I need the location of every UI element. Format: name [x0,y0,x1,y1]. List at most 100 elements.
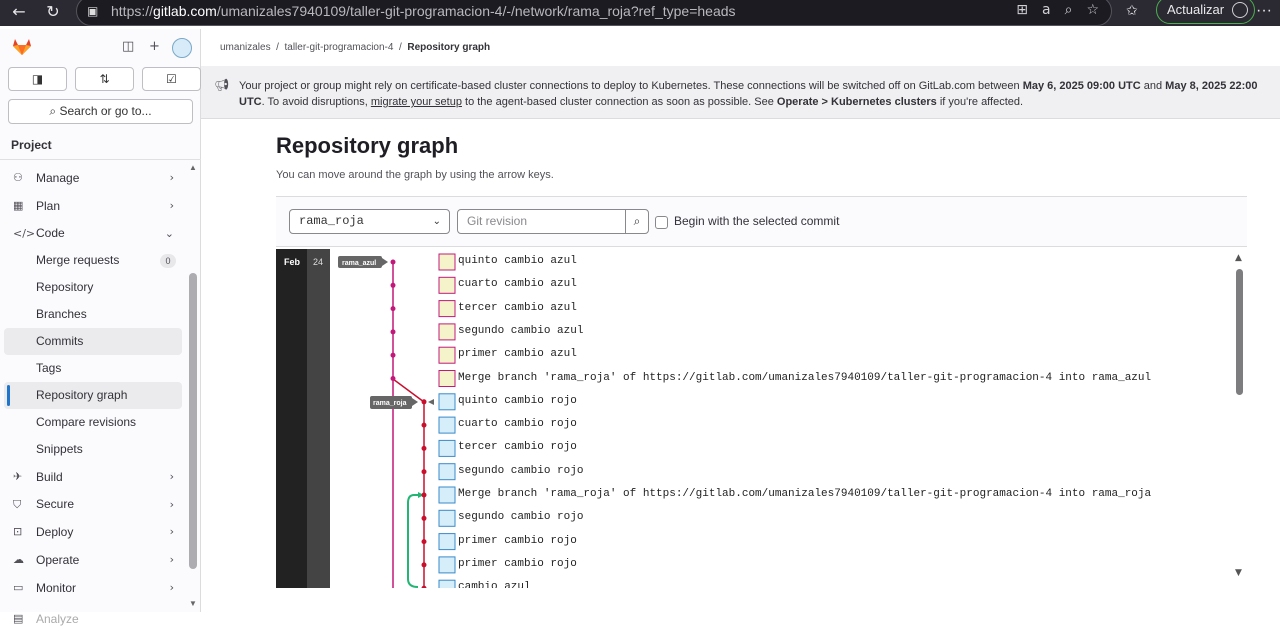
commit-avatar[interactable] [438,370,456,387]
sidebar-item-merge-requests[interactable]: Merge requests 0 [0,247,186,274]
scroll-down-arrow-icon[interactable]: ▼ [189,599,197,608]
commit-node[interactable] [390,376,396,381]
update-button[interactable]: Actualizar [1156,0,1256,24]
app-available-icon[interactable]: ⊞ [1016,2,1028,18]
repository-graph[interactable]: Feb 24 rama_azul rama_roja quinto cambio… [276,249,1247,588]
breadcrumb-current[interactable]: Repository graph [407,42,490,53]
search-button[interactable]: ⌕ Search or go to... [8,99,193,124]
sidebar-item-plan[interactable]: ▦ Plan › [0,192,186,220]
commit-node[interactable] [421,445,427,451]
sidebar-item-operate[interactable]: ☁ Operate › [0,546,186,574]
commit-message[interactable]: segundo cambio azul [458,325,583,337]
scroll-down-arrow-icon[interactable]: ▼ [1235,568,1242,578]
commit-message[interactable]: quinto cambio rojo [458,395,577,407]
scroll-up-arrow-icon[interactable]: ▲ [189,163,197,172]
commit-node[interactable] [421,399,427,405]
commit-message[interactable]: tercer cambio azul [458,302,577,314]
commit-node[interactable] [390,329,396,335]
todos-button[interactable]: ☑ [142,67,201,91]
collapse-sidebar-icon[interactable]: ◫ [122,39,134,54]
site-info-icon[interactable]: ▣ [87,4,103,18]
commit-node[interactable] [390,352,396,358]
commit-message[interactable]: primer cambio rojo [458,535,577,547]
commit-avatar[interactable] [438,533,456,551]
sidebar-item-build[interactable]: ✈ Build › [0,463,186,491]
scroll-up-arrow-icon[interactable]: ▲ [1235,253,1242,263]
commit-avatar[interactable] [438,416,456,434]
sidebar-item-monitor[interactable]: ▭ Monitor › [0,574,186,602]
sidebar-item-code[interactable]: </> Code ⌄ [0,220,186,247]
commit-avatar[interactable] [438,463,456,481]
commit-avatar[interactable] [438,579,456,588]
commit-node[interactable] [421,469,427,475]
read-aloud-icon[interactable]: a [1042,2,1051,18]
branch-select[interactable]: rama_roja ⌄ [289,209,450,234]
create-new-icon[interactable]: + [149,39,160,54]
commit-message[interactable]: cuarto cambio azul [458,278,577,290]
commit-avatar[interactable] [438,556,456,574]
commit-avatar[interactable] [438,486,456,504]
sidebar-item-repository-graph[interactable]: Repository graph [4,382,182,409]
commit-node[interactable] [421,422,427,428]
user-avatar[interactable] [172,38,192,58]
sidebar-item-tags[interactable]: Tags [0,355,186,382]
sidebar-item-manage[interactable]: ⚇ Manage › [0,164,186,192]
sidebar-item-snippets[interactable]: Snippets [0,436,186,463]
search-revision-button[interactable]: ⌕ [625,209,649,234]
commit-avatar[interactable] [438,300,456,318]
sidebar-item-compare-revisions[interactable]: Compare revisions [0,409,186,436]
graph-canvas[interactable]: Feb 24 rama_azul rama_roja [276,249,1247,588]
commit-node[interactable] [421,562,427,568]
commit-message[interactable]: segundo cambio rojo [458,465,583,477]
sidebar-item-analyze[interactable]: ▤ Analyze [0,602,186,626]
breadcrumb-user[interactable]: umanizales [220,42,271,53]
begin-with-commit-checkbox[interactable] [655,216,668,229]
git-revision-input[interactable]: Git revision [457,209,626,234]
issues-button[interactable]: ◨ [8,67,67,91]
commit-avatar[interactable] [438,323,456,341]
migrate-setup-link[interactable]: migrate your setup [371,96,462,108]
commit-message[interactable]: cuarto cambio rojo [458,418,577,430]
address-bar[interactable]: ▣ https://gitlab.com/umanizales7940109/t… [76,0,1112,26]
commit-node[interactable] [390,259,396,265]
commit-message[interactable]: segundo cambio rojo [458,511,583,523]
commit-avatar[interactable] [438,346,456,364]
commit-node[interactable] [390,282,396,288]
sidebar-scrollbar-thumb[interactable] [189,273,197,569]
breadcrumb-project[interactable]: taller-git-programacion-4 [285,42,394,53]
commit-avatar[interactable] [438,509,456,527]
commit-message[interactable]: quinto cambio azul [458,255,577,267]
reload-icon[interactable]: ↻ [40,2,66,21]
commit-avatar[interactable] [438,276,456,294]
commit-message[interactable]: primer cambio rojo [458,558,577,570]
branch-label-rama-azul[interactable]: rama_azul [338,256,388,268]
more-menu-icon[interactable]: ··· [1256,2,1272,20]
commit-node[interactable] [421,585,427,588]
sidebar-item-repository[interactable]: Repository [0,274,186,301]
commit-node[interactable] [421,515,427,521]
commit-message[interactable]: tercer cambio rojo [458,441,577,453]
merge-requests-button[interactable]: ⇅ [75,67,134,91]
commit-avatar[interactable] [438,253,456,271]
gitlab-logo-icon[interactable] [12,38,32,56]
favorite-star-icon[interactable]: ☆ [1086,2,1099,18]
back-icon[interactable]: ← [6,2,32,21]
commit-node[interactable] [390,306,396,312]
graph-scrollbar[interactable]: ▲ ▼ [1234,253,1246,583]
commit-node[interactable] [421,539,427,545]
sidebar-item-deploy[interactable]: ⊡ Deploy › [0,518,186,546]
commit-message[interactable]: Merge branch 'rama_roja' of https://gitl… [458,488,1151,500]
commit-message[interactable]: primer cambio azul [458,348,577,360]
favorites-icon[interactable]: ✩ [1126,3,1138,19]
graph-scrollbar-thumb[interactable] [1236,269,1243,395]
zoom-icon[interactable]: ⌕ [1065,2,1073,18]
commit-message[interactable]: Merge branch 'rama_roja' of https://gitl… [458,372,1151,384]
sidebar-item-branches[interactable]: Branches [0,301,186,328]
sidebar-item-secure[interactable]: ⛉ Secure › [0,491,186,518]
commit-avatar[interactable] [438,439,456,457]
commit-message[interactable]: cambio azul [458,581,531,588]
commit-avatar[interactable] [438,393,456,411]
commit-node[interactable] [421,492,427,498]
sidebar-item-commits[interactable]: Commits [4,328,182,355]
sidebar-scrollbar[interactable]: ▲ ▼ [189,163,197,609]
